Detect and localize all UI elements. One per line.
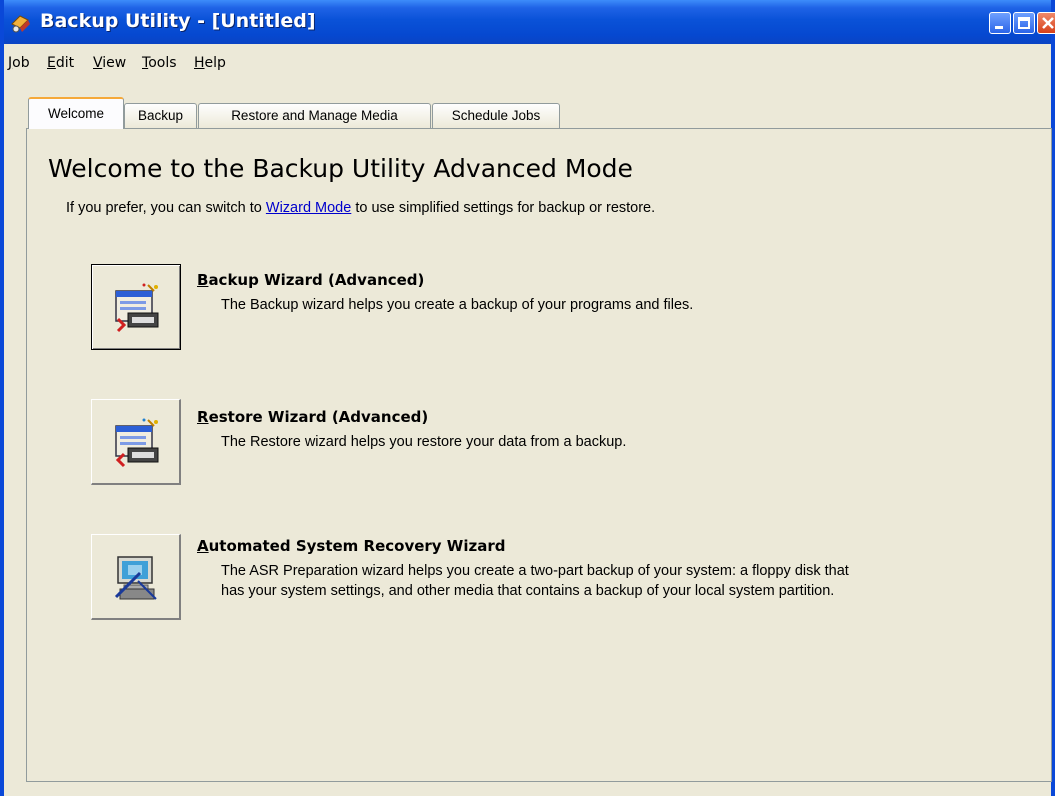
restore-wizard-icon	[115, 418, 159, 468]
wizard-mode-link[interactable]: Wizard Mode	[266, 200, 351, 216]
menu-bar: Job Edit View Tools Help	[4, 52, 1051, 76]
menu-view[interactable]: View	[93, 55, 126, 71]
asr-wizard-title[interactable]: Automated System Recovery Wizard	[197, 537, 505, 555]
close-button[interactable]	[1037, 12, 1055, 34]
intro-text: If you prefer, you can switch to Wizard …	[66, 200, 656, 216]
restore-wizard-description: The Restore wizard helps you restore you…	[221, 434, 627, 450]
backup-wizard-title[interactable]: Backup Wizard (Advanced)	[197, 271, 424, 289]
asr-wizard-icon	[114, 556, 157, 600]
tab-schedule-jobs[interactable]: Schedule Jobs	[432, 103, 560, 128]
backup-wizard-button[interactable]	[91, 264, 181, 350]
asr-wizard-button[interactable]	[91, 534, 181, 620]
menu-help[interactable]: Help	[194, 55, 226, 71]
backup-wizard-description: The Backup wizard helps you create a bac…	[221, 297, 694, 313]
backup-wizard-icon	[115, 283, 159, 333]
maximize-button[interactable]	[1013, 12, 1035, 34]
restore-wizard-button[interactable]	[91, 399, 181, 485]
menu-job[interactable]: Job	[8, 55, 30, 71]
asr-wizard-description: The ASR Preparation wizard helps you cre…	[221, 563, 849, 599]
title-bar[interactable]: Backup Utility - [Untitled]	[4, 0, 1055, 44]
backup-utility-icon	[10, 12, 34, 34]
menu-tools[interactable]: Tools	[142, 55, 177, 71]
window-title: Backup Utility - [Untitled]	[40, 10, 316, 32]
tab-restore-and-manage-media[interactable]: Restore and Manage Media	[198, 103, 431, 128]
close-icon	[1042, 17, 1054, 29]
page-title: Welcome to the Backup Utility Advanced M…	[48, 154, 633, 183]
backup-utility-window: Backup Utility - [Untitled] Job Edit Vie…	[0, 0, 1055, 796]
menu-edit[interactable]: Edit	[47, 55, 74, 71]
tab-backup[interactable]: Backup	[124, 103, 197, 128]
minimize-icon	[995, 26, 1003, 29]
tab-welcome[interactable]: Welcome	[28, 97, 124, 129]
minimize-button[interactable]	[989, 12, 1011, 34]
restore-wizard-title[interactable]: Restore Wizard (Advanced)	[197, 408, 428, 426]
maximize-icon	[1018, 17, 1030, 29]
